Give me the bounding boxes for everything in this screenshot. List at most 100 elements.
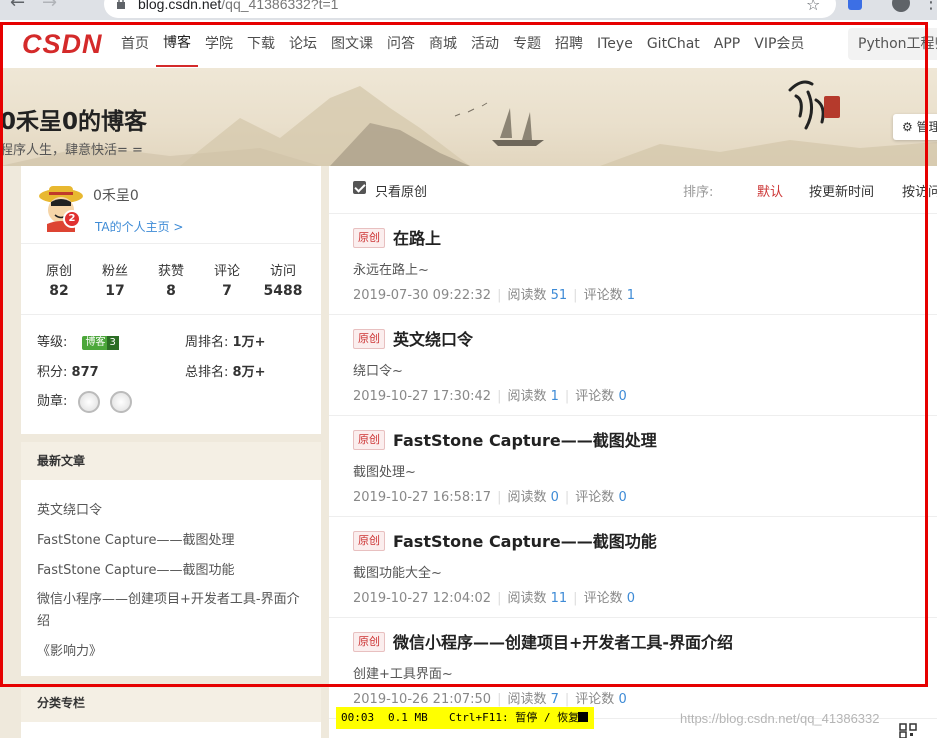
comment-count-label: 评论数	[575, 389, 615, 404]
article-summary: 截图处理~	[353, 465, 416, 480]
comment-count: 0	[618, 692, 627, 707]
nav-link[interactable]: 问答	[380, 20, 422, 68]
comment-count: 0	[618, 490, 627, 505]
nav-link[interactable]: GitChat	[640, 20, 707, 68]
article-title[interactable]: 英文绕口令	[393, 326, 473, 350]
article-meta: 2019-10-27 16:58:17 | 阅读数 0 | 评论数 0	[353, 490, 627, 505]
article-item[interactable]: 原创 微信小程序——创建项目+开发者工具-界面介绍 创建+工具界面~ 2019-10-…	[329, 618, 937, 719]
stat-likes: 获赞 8	[157, 264, 184, 299]
browser-toolbar: ← → blog.csdn.net/qq_41386332?t=1 ☆ ⋮	[0, 0, 937, 20]
nav-link[interactable]: 论坛	[282, 20, 324, 68]
csdn-logo[interactable]: CSDN	[22, 29, 103, 60]
original-tag: 原创	[353, 531, 385, 551]
profile-card: 2 0禾呈0 TA的个人主页 > 原创 82 粉丝 17 获赞 8 评论 7 访问 548…	[21, 166, 321, 434]
gear-icon: ⚙	[902, 120, 913, 134]
forward-arrow-icon[interactable]: →	[42, 0, 57, 13]
nav-link[interactable]: APP	[707, 20, 747, 68]
bookmark-star-icon[interactable]: ☆	[806, 0, 820, 14]
recent-article-link[interactable]: 《影响力》	[37, 637, 305, 667]
total-rank: 总排名: 8万+	[185, 365, 266, 380]
article-item[interactable]: 原创 FastStone Capture——截图处理 截图处理~ 2019-10-27…	[329, 416, 937, 517]
qr-code-icon[interactable]	[899, 723, 917, 738]
sort-default-option[interactable]: 默认	[757, 181, 783, 200]
sort-by-visits-option[interactable]: 按访问量	[902, 181, 937, 200]
read-count: 7	[550, 692, 559, 707]
stat-original[interactable]: 原创 82	[31, 244, 87, 314]
recent-article-link[interactable]: FastStone Capture——截图处理	[37, 526, 305, 556]
level-row: 等级: 博客 3	[37, 331, 119, 350]
address-url[interactable]: blog.csdn.net/qq_41386332?t=1	[138, 0, 338, 12]
read-count-label: 阅读数	[507, 288, 547, 303]
nav-link[interactable]: 学院	[198, 20, 240, 68]
blog-subtitle: 程序人生，肆意快活= =	[0, 143, 143, 158]
nav-link[interactable]: 首页	[114, 20, 156, 68]
comment-count-label: 评论数	[575, 490, 615, 505]
search-input[interactable]: Python工程师	[848, 28, 937, 60]
article-meta: 2019-10-27 17:30:42 | 阅读数 1 | 评论数 0	[353, 389, 627, 404]
read-count: 51	[550, 288, 568, 303]
article-summary: 绕口令~	[353, 364, 403, 379]
account-icon[interactable]	[892, 0, 910, 12]
recorder-status-bar: 00:03 0.1 MB Ctrl+F11: 暂停 / 恢复	[336, 707, 594, 729]
read-count: 1	[550, 389, 559, 404]
nav-link[interactable]: 招聘	[548, 20, 590, 68]
nav-link[interactable]: 专题	[506, 20, 548, 68]
article-item[interactable]: 原创 英文绕口令 绕口令~ 2019-10-27 17:30:42 | 阅读数 1 | 评论数…	[329, 315, 937, 416]
level-badge[interactable]: 博客	[81, 336, 110, 350]
nav-link[interactable]: VIP会员	[747, 20, 811, 68]
category-heading: 分类专栏	[21, 688, 321, 722]
article-date: 2019-10-27 17:30:42	[353, 389, 492, 404]
nav-link[interactable]: 活动	[464, 20, 506, 68]
nav-link[interactable]: 商城	[422, 20, 464, 68]
article-summary: 永远在路上~	[353, 263, 429, 278]
blog-title: 0禾呈0的博客	[0, 109, 148, 135]
extension-icon[interactable]	[848, 0, 862, 10]
stat-visits: 访问 5488	[263, 264, 303, 299]
article-summary: 截图功能大全~	[353, 566, 442, 581]
article-title[interactable]: FastStone Capture——截图处理	[393, 427, 657, 451]
stat-comments: 评论 7	[213, 264, 240, 299]
article-summary: 创建+工具界面~	[353, 667, 453, 682]
stat-fans[interactable]: 粉丝 17	[87, 244, 143, 314]
sort-by-time-option[interactable]: 按更新时间	[809, 181, 874, 200]
back-arrow-icon[interactable]: ←	[10, 0, 25, 13]
comment-count-label: 评论数	[583, 288, 623, 303]
only-original-checkbox[interactable]	[353, 181, 366, 194]
avatar[interactable]	[37, 182, 87, 232]
nav-link[interactable]: ITeye	[590, 20, 640, 68]
comment-count-label: 评论数	[575, 692, 615, 707]
article-date: 2019-10-26 21:07:50	[353, 692, 492, 707]
stop-recording-icon[interactable]	[578, 712, 588, 722]
menu-more-icon[interactable]: ⋮	[922, 0, 937, 13]
recent-article-link[interactable]: 英文绕口令	[37, 496, 305, 526]
nav-link[interactable]: 图文课	[324, 20, 380, 68]
article-list-panel: 只看原创 排序: 默认 按更新时间 按访问量 原创在路上永远在路上~2019-0…	[329, 166, 937, 738]
only-original-label[interactable]: 只看原创	[375, 181, 427, 200]
week-rank: 周排名: 1万+	[185, 335, 266, 350]
original-tag: 原创	[353, 228, 385, 248]
recent-article-link[interactable]: 微信小程序——创建项目+开发者工具-界面介绍	[37, 586, 305, 633]
article-date: 2019-10-27 12:04:02	[353, 591, 492, 606]
recent-article-link[interactable]: FastStone Capture——截图功能	[37, 556, 305, 586]
manage-button[interactable]: ⚙ 管理	[893, 114, 937, 140]
profile-name[interactable]: 0禾呈0	[93, 185, 139, 205]
watermark: https://blog.csdn.net/qq_41386332	[680, 711, 880, 726]
read-count: 0	[550, 490, 559, 505]
article-item[interactable]: 原创 FastStone Capture——截图功能截图功能大全~ 2019-10-…	[329, 517, 937, 618]
article-title[interactable]: 在路上	[393, 225, 441, 249]
article-title[interactable]: FastStone Capture——截图功能	[393, 528, 657, 552]
article-item[interactable]: 原创 在路上永远在路上~ 2019-07-30 09:22:32 | 阅读数 51 | 评论…	[329, 214, 937, 315]
comment-count: 1	[626, 288, 635, 303]
profile-home-link[interactable]: TA的个人主页 >	[95, 218, 183, 235]
nav-link[interactable]: 博客	[156, 21, 198, 67]
read-count-label: 阅读数	[507, 692, 547, 707]
comment-count: 0	[618, 389, 627, 404]
lock-icon	[117, 0, 125, 9]
article-meta: 2019-07-30 09:22:32 | 阅读数 51 | 评论数 1	[353, 288, 635, 303]
medals-row: 勋章:	[37, 390, 132, 413]
calligraphy-seal-image	[788, 80, 840, 130]
nav-link[interactable]: 下载	[240, 20, 282, 68]
article-title[interactable]: 微信小程序——创建项目+开发者工具-界面介绍	[393, 629, 733, 653]
medal-apple-icon[interactable]	[109, 390, 132, 413]
medal-persist-icon[interactable]	[77, 390, 100, 413]
